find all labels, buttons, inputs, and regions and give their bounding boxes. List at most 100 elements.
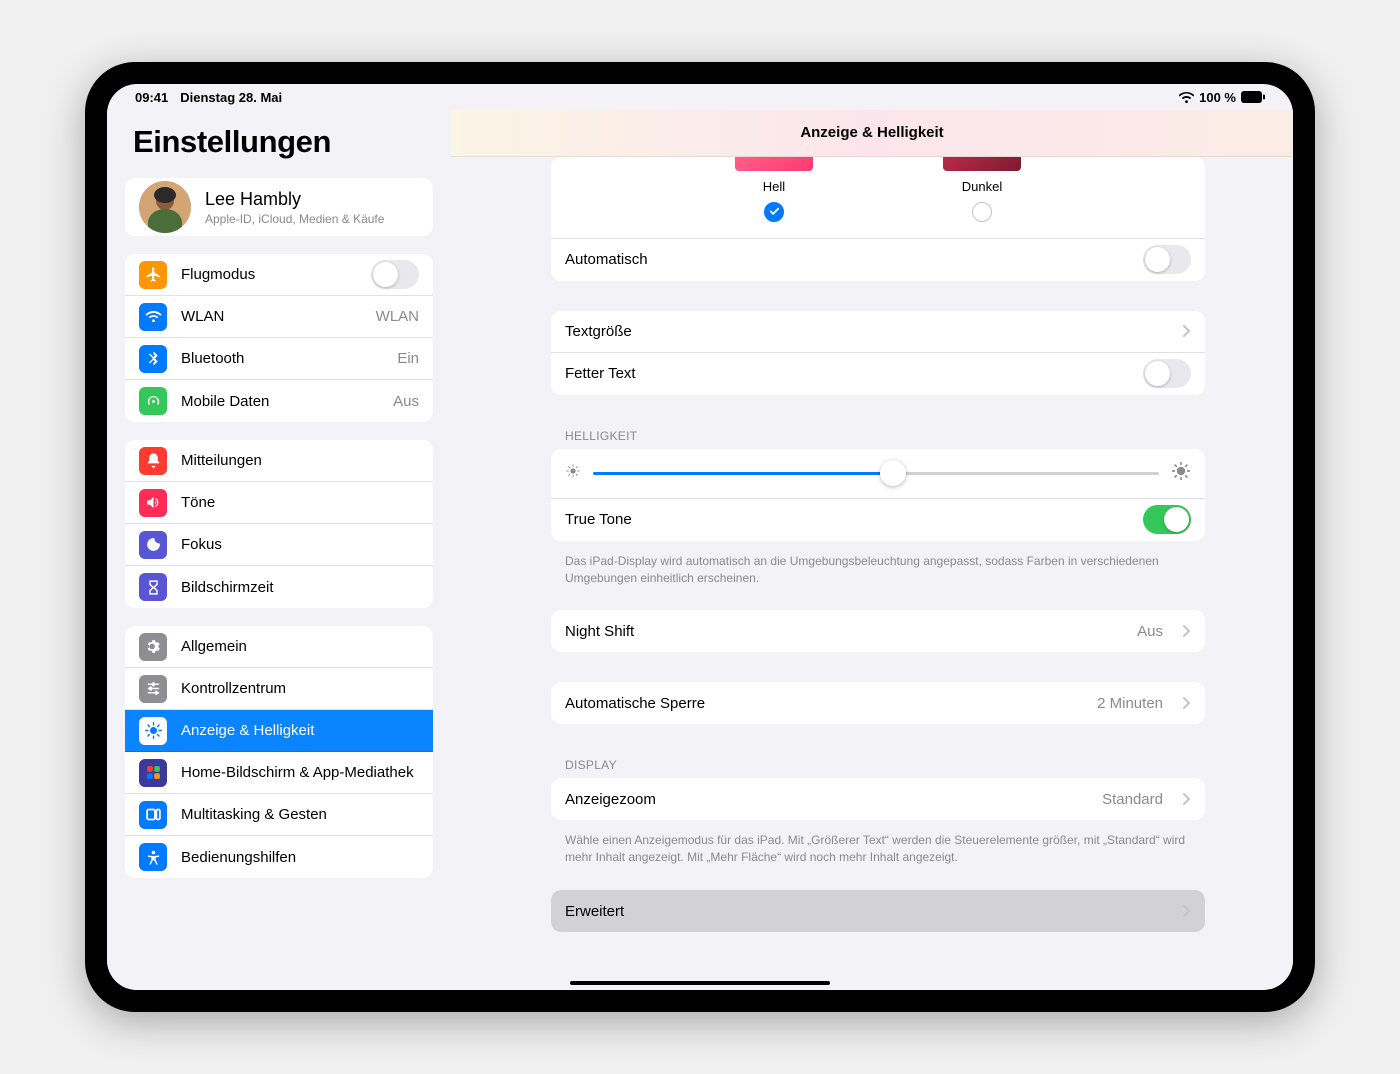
nightshift-row[interactable]: Night Shift Aus: [551, 610, 1205, 652]
sidebar-airplane[interactable]: Flugmodus: [125, 254, 433, 296]
accessibility-icon: [139, 843, 167, 871]
automatic-label: Automatisch: [565, 251, 1129, 268]
multitasking-label: Multitasking & Gesten: [181, 806, 419, 823]
sidebar-accessibility[interactable]: Bedienungshilfen: [125, 836, 433, 878]
displayzoom-row[interactable]: Anzeigezoom Standard: [551, 778, 1205, 820]
automatic-row[interactable]: Automatisch: [551, 239, 1205, 281]
dark-radio[interactable]: [972, 202, 992, 222]
sidebar-notifications[interactable]: Mitteilungen: [125, 440, 433, 482]
chevron-icon: [1183, 905, 1191, 917]
dark-thumb: [943, 157, 1021, 171]
battery-icon: [1241, 91, 1265, 103]
home-indicator[interactable]: [570, 981, 830, 985]
notifications-label: Mitteilungen: [181, 452, 419, 469]
appearance-light[interactable]: Hell: [735, 157, 813, 222]
statusbar: 09:41 Dienstag 28. Mai 100 %: [107, 84, 1293, 110]
sidebar[interactable]: Einstellungen Lee Hambly Apple-ID, iClou…: [107, 110, 451, 990]
screen: 09:41 Dienstag 28. Mai 100 % Einstellung…: [107, 84, 1293, 990]
brightness-slider[interactable]: [593, 472, 1159, 475]
light-label: Hell: [763, 179, 785, 194]
airplane-toggle[interactable]: [371, 260, 419, 289]
display-label: Anzeige & Helligkeit: [181, 722, 419, 739]
sidebar-screentime[interactable]: Bildschirmzeit: [125, 566, 433, 608]
bluetooth-value: Ein: [397, 350, 419, 367]
cellular-value: Aus: [393, 393, 419, 410]
slider-thumb[interactable]: [880, 460, 906, 486]
autolock-row[interactable]: Automatische Sperre 2 Minuten: [551, 682, 1205, 724]
sidebar-homescreen[interactable]: Home-Bildschirm & App-Mediathek: [125, 752, 433, 794]
focus-label: Fokus: [181, 536, 419, 553]
chevron-icon: [1183, 697, 1191, 709]
sidebar-sounds[interactable]: Töne: [125, 482, 433, 524]
general-label: Allgemein: [181, 638, 419, 655]
sidebar-wlan[interactable]: WLAN WLAN: [125, 296, 433, 338]
sun-small-icon: [565, 463, 581, 484]
brightness-slider-row: [551, 449, 1205, 499]
sidebar-bluetooth[interactable]: Bluetooth Ein: [125, 338, 433, 380]
ipad-frame: 09:41 Dienstag 28. Mai 100 % Einstellung…: [85, 62, 1315, 1012]
hourglass-icon: [139, 573, 167, 601]
brightness-header: HELLIGKEIT: [551, 429, 1205, 449]
sidebar-title: Einstellungen: [125, 110, 433, 178]
cellular-icon: [139, 387, 167, 415]
displayzoom-value: Standard: [1102, 791, 1163, 808]
wlan-value: WLAN: [376, 308, 419, 325]
avatar: [139, 181, 191, 233]
profile-sub: Apple-ID, iCloud, Medien & Käufe: [205, 212, 419, 226]
content-title: Anzeige & Helligkeit: [451, 110, 1293, 157]
dark-label: Dunkel: [962, 179, 1002, 194]
content-pane: Anzeige & Helligkeit Hell Dunkel: [451, 110, 1293, 990]
automatic-toggle[interactable]: [1143, 245, 1191, 274]
sidebar-focus[interactable]: Fokus: [125, 524, 433, 566]
sidebar-cellular[interactable]: Mobile Daten Aus: [125, 380, 433, 422]
displayzoom-footer: Wähle einen Anzeigemodus für das iPad. M…: [551, 826, 1205, 866]
content-body[interactable]: Hell Dunkel Automatisch Textgröße: [451, 157, 1293, 990]
nightshift-value: Aus: [1137, 623, 1163, 640]
truetone-row[interactable]: True Tone: [551, 499, 1205, 541]
status-time: 09:41: [135, 90, 168, 105]
profile-name: Lee Hambly: [205, 189, 419, 210]
sidebar-general[interactable]: Allgemein: [125, 626, 433, 668]
controlcenter-label: Kontrollzentrum: [181, 680, 419, 697]
moon-icon: [139, 531, 167, 559]
advanced-label: Erweitert: [565, 903, 1163, 920]
main-split: Einstellungen Lee Hambly Apple-ID, iClou…: [107, 110, 1293, 990]
boldtext-row[interactable]: Fetter Text: [551, 353, 1205, 395]
textsize-label: Textgröße: [565, 323, 1163, 340]
airplane-icon: [139, 261, 167, 289]
boldtext-toggle[interactable]: [1143, 359, 1191, 388]
appearance-selector: Hell Dunkel: [551, 157, 1205, 239]
truetone-toggle[interactable]: [1143, 505, 1191, 534]
truetone-label: True Tone: [565, 511, 1129, 528]
sidebar-controlcenter[interactable]: Kontrollzentrum: [125, 668, 433, 710]
light-radio[interactable]: [764, 202, 784, 222]
status-battery-text: 100 %: [1199, 90, 1236, 105]
truetone-footer: Das iPad-Display wird automatisch an die…: [551, 547, 1205, 587]
homescreen-label: Home-Bildschirm & App-Mediathek: [181, 764, 419, 781]
boldtext-label: Fetter Text: [565, 365, 1129, 382]
accessibility-label: Bedienungshilfen: [181, 849, 419, 866]
textsize-row[interactable]: Textgröße: [551, 311, 1205, 353]
multitask-icon: [139, 801, 167, 829]
sidebar-multitasking[interactable]: Multitasking & Gesten: [125, 794, 433, 836]
bluetooth-label: Bluetooth: [181, 350, 383, 367]
bluetooth-icon: [139, 345, 167, 373]
wlan-icon: [139, 303, 167, 331]
status-date: Dienstag 28. Mai: [180, 90, 282, 105]
sliders-icon: [139, 675, 167, 703]
advanced-row[interactable]: Erweitert: [551, 890, 1205, 932]
appearance-dark[interactable]: Dunkel: [943, 157, 1021, 222]
sun-large-icon: [1171, 461, 1191, 486]
cellular-label: Mobile Daten: [181, 393, 379, 410]
light-thumb: [735, 157, 813, 171]
screentime-label: Bildschirmzeit: [181, 579, 419, 596]
gear-icon: [139, 633, 167, 661]
autolock-value: 2 Minuten: [1097, 695, 1163, 712]
apple-id-row[interactable]: Lee Hambly Apple-ID, iCloud, Medien & Kä…: [125, 178, 433, 236]
airplane-label: Flugmodus: [181, 266, 357, 283]
displayzoom-label: Anzeigezoom: [565, 791, 1088, 808]
display-section-header: DISPLAY: [551, 758, 1205, 778]
sidebar-display[interactable]: Anzeige & Helligkeit: [125, 710, 433, 752]
wlan-label: WLAN: [181, 308, 362, 325]
chevron-icon: [1183, 325, 1191, 337]
